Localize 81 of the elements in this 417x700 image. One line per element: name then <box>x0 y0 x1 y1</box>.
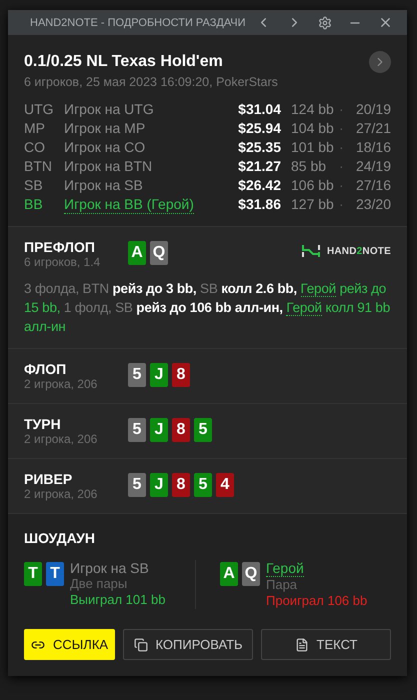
player-stats: 24/19 <box>354 158 391 175</box>
playing-card: 5 <box>194 473 212 497</box>
text-button[interactable]: ТЕКСТ <box>261 629 391 660</box>
playing-card: 8 <box>172 418 190 442</box>
copy-icon <box>134 638 148 652</box>
hand-subtitle: 6 игроков, 25 мая 2023 16:09:20, PokerStars <box>24 75 279 89</box>
player-stats: 20/19 <box>354 101 391 118</box>
stack: $25.35 <box>238 139 281 156</box>
playing-card: 5 <box>128 418 146 442</box>
separator-dot: · <box>339 196 345 214</box>
hand-rank: Две пары <box>70 576 128 592</box>
separator-dot: · <box>339 120 345 137</box>
player-name: Игрок на UTG <box>64 101 155 118</box>
street-info: 2 игрока, 206 <box>24 377 98 391</box>
playing-card: 5 <box>128 363 146 387</box>
playing-card: Q <box>242 562 260 586</box>
player-name[interactable]: Герой <box>266 560 304 577</box>
playing-card: A <box>220 562 238 586</box>
result-text: Выиграл 101 bb <box>70 592 166 608</box>
window-title: HAND2NOTE - ПОДРОБНОСТИ РАЗДАЧИ <box>30 16 246 28</box>
playing-card: 5 <box>128 473 146 497</box>
playing-card: J <box>150 473 168 497</box>
hand-rank: Пара <box>266 577 298 593</box>
street-name: ФЛОП <box>24 361 68 377</box>
playing-card: 8 <box>172 473 190 497</box>
stack: $25.94 <box>238 120 281 137</box>
player-name[interactable]: Игрок на BB (Герой) <box>64 196 194 214</box>
playing-card: A <box>128 241 146 265</box>
stack-bb: 127 bb <box>290 196 335 214</box>
logo-text: HAND2NOTE <box>326 246 391 256</box>
copy-button[interactable]: КОПИРОВАТЬ <box>123 629 254 660</box>
street-name: ТУРН <box>24 416 62 432</box>
position: SB <box>24 177 44 194</box>
position: CO <box>24 139 46 156</box>
street-name: ПРЕФЛОП <box>24 239 96 255</box>
playing-card: J <box>150 418 168 442</box>
player-stats: 18/16 <box>354 139 391 156</box>
link-button[interactable]: ССЫЛКА <box>24 629 116 660</box>
separator-dot: · <box>339 101 345 118</box>
stack: $21.27 <box>238 158 281 175</box>
player-name: Игрок на SB <box>70 560 150 576</box>
player-name: Игрок на SB <box>64 177 144 194</box>
street-info: 6 игроков, 1.4 <box>24 255 102 269</box>
position: BB <box>24 196 44 214</box>
player-stats: 27/21 <box>354 120 391 137</box>
stack-bb: 124 bb <box>290 101 335 118</box>
forward-button[interactable] <box>369 51 391 73</box>
playing-card: T <box>46 562 64 586</box>
stack-bb: 104 bb <box>290 120 335 137</box>
document-icon <box>294 638 309 652</box>
position: BTN <box>24 158 53 175</box>
separator-dot: · <box>339 139 345 156</box>
playing-card: 8 <box>172 363 190 387</box>
playing-card: 5 <box>194 418 212 442</box>
game-title: 0.1/0.25 NL Texas Hold'em <box>24 53 223 71</box>
result-text: Проиграл 106 bb <box>266 593 368 609</box>
player-stats: 23/20 <box>354 196 391 214</box>
player-stats: 27/16 <box>354 177 391 194</box>
position: UTG <box>24 101 55 118</box>
street-info: 2 игрока, 206 <box>24 432 98 446</box>
playing-card: T <box>24 562 42 586</box>
player-name: Игрок на CO <box>64 139 146 156</box>
player-name: Игрок на MP <box>64 120 146 137</box>
stack: $26.42 <box>238 177 281 194</box>
player-name: Игрок на BTN <box>64 158 154 175</box>
logo-icon <box>300 243 321 259</box>
street-info: 2 игрока, 206 <box>24 487 98 501</box>
stack: $31.04 <box>238 101 281 118</box>
separator-dot: · <box>339 158 345 175</box>
playing-card: 4 <box>216 473 234 497</box>
stack-bb: 85 bb <box>290 158 328 175</box>
stack: $31.86 <box>238 196 281 214</box>
playing-card: Q <box>150 241 168 265</box>
stack-bb: 101 bb <box>290 139 335 156</box>
stack-bb: 106 bb <box>290 177 335 194</box>
street-name: РИВЕР <box>24 471 74 487</box>
action-description: 3 фолда, BTN рейз до 3 bb, SB колл 2.6 bb, Герой рейз до 15 bb, 1 фолд, SB рейз до 106 bb алл-ин, Герой колл 91 bb алл-ин <box>24 280 391 336</box>
showdown-title: ШОУДАУН <box>24 530 95 546</box>
playing-card: J <box>150 363 168 387</box>
position: MP <box>24 120 46 137</box>
separator-dot: · <box>339 177 345 194</box>
